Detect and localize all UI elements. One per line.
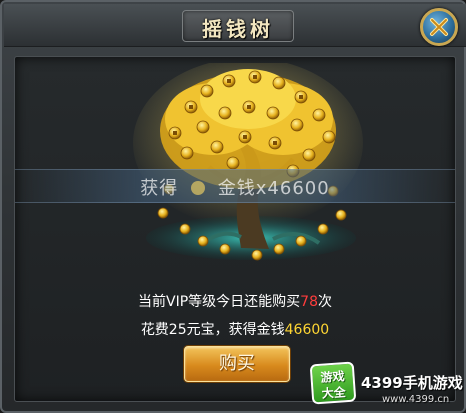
- watermark-url: www.4399.cn: [382, 394, 450, 405]
- remaining-count: 78: [300, 294, 318, 310]
- money-tree-image: [133, 63, 363, 261]
- remaining-suffix: 次: [317, 294, 332, 310]
- watermark-logo-bottom: 大全: [321, 385, 347, 401]
- coin-icon: [191, 181, 206, 195]
- buy-button[interactable]: 购买: [184, 346, 290, 382]
- title-plaque: 摇钱树: [182, 10, 294, 42]
- cost-prefix: 花费25元宝，获得金钱: [140, 322, 285, 338]
- reward-label: 获得: [140, 178, 179, 199]
- content-panel: 获得 金钱x46600 当前VIP等级今日还能购买78次 花费25元宝，获得金钱…: [14, 56, 456, 402]
- remaining-purchases-text: 当前VIP等级今日还能购买78次: [15, 291, 455, 311]
- close-button[interactable]: [420, 8, 458, 46]
- reward-item: 金钱: [217, 178, 256, 199]
- dialog-title: 摇钱树: [202, 17, 274, 41]
- money-tree-dialog: 摇钱树 获得 金钱x46600 当前VIP等级今日还能购买78次 花费25元宝，…: [0, 0, 466, 413]
- watermark-brand: 4399手机游戏: [361, 374, 463, 392]
- title-bar: 摇钱树: [4, 4, 466, 47]
- reward-text: 获得 金钱x46600: [15, 174, 455, 200]
- remaining-prefix: 当前VIP等级今日还能购买: [138, 294, 301, 310]
- close-x-icon: [430, 18, 448, 36]
- reward-banner: 获得 金钱x46600: [15, 169, 455, 203]
- cost-gain-text: 花费25元宝，获得金钱46600: [15, 319, 455, 339]
- gain-amount: 46600: [284, 322, 330, 338]
- reward-amount: x46600: [255, 178, 330, 199]
- watermark-logo: 游戏 大全: [309, 361, 357, 405]
